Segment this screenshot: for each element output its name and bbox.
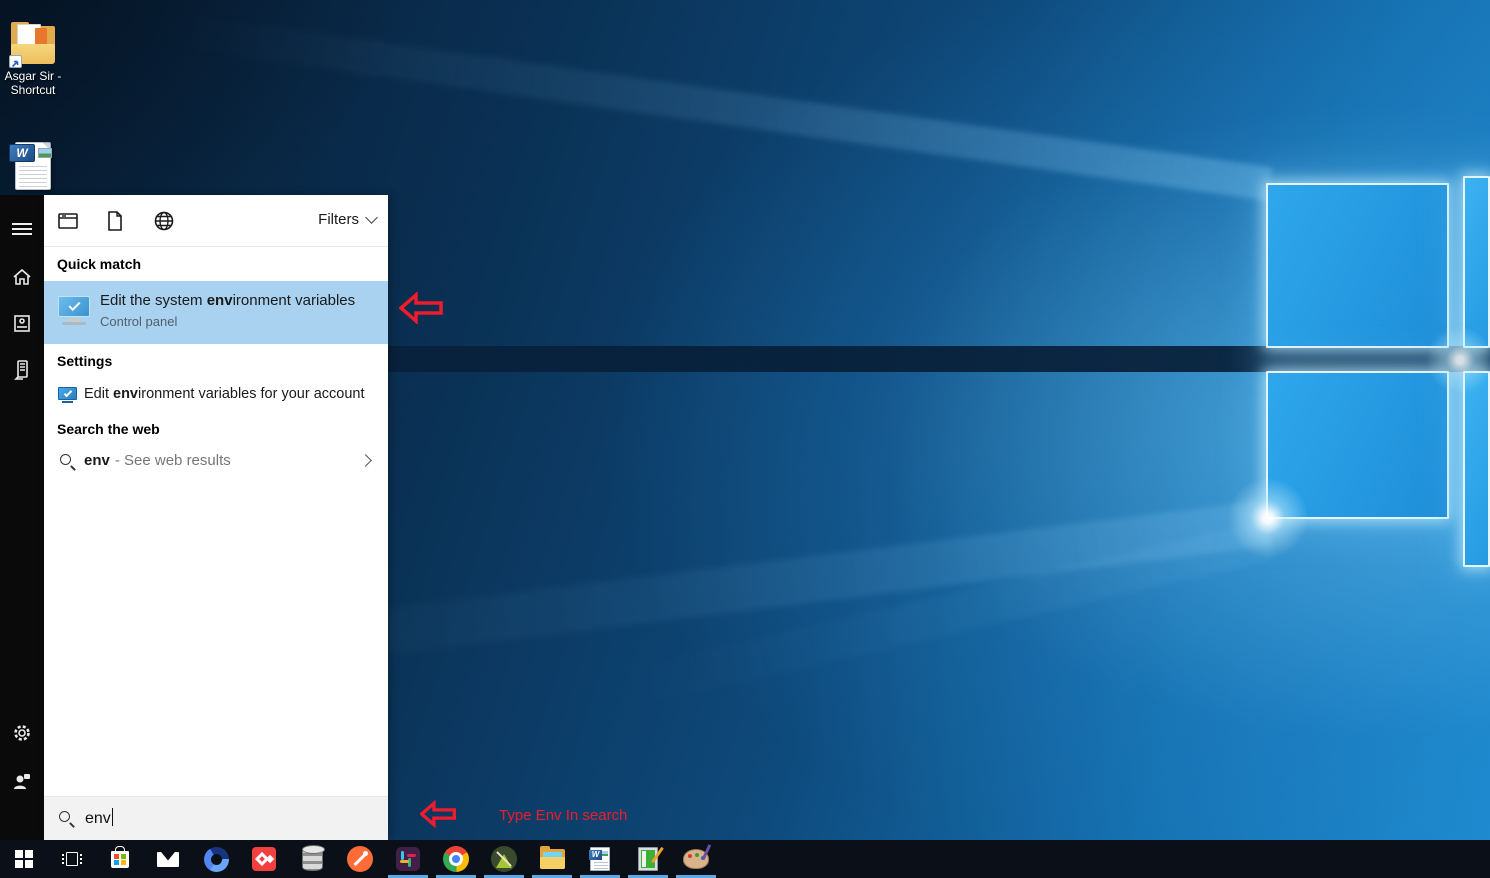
postman-button[interactable]: [336, 840, 384, 878]
text-caret: [112, 808, 113, 826]
windows-desktop: Asgar Sir - Shortcut W Type Env In searc…: [0, 0, 1490, 878]
red-arrow-to-quick-match: [399, 292, 443, 324]
shortcut-arrow-badge: [9, 55, 22, 68]
word-document-icon: W: [9, 140, 55, 192]
database-app-button[interactable]: [288, 840, 336, 878]
taskbar: W: [0, 840, 1490, 878]
blue-ring-app-button[interactable]: [192, 840, 240, 878]
web-result-text: env- See web results: [84, 452, 231, 469]
result-subtitle: Control panel: [100, 314, 177, 329]
search-panel-header: Filters: [44, 195, 388, 247]
postman-icon: [347, 846, 373, 872]
web-tab-icon[interactable]: [152, 209, 176, 233]
word-icon: W: [590, 847, 610, 871]
result-title: Edit environment variables for your acco…: [84, 386, 365, 402]
microsoft-store-button[interactable]: [96, 840, 144, 878]
chevron-down-icon: [365, 211, 378, 224]
light-beam: [178, 14, 1272, 201]
paint-palette-icon: [683, 849, 709, 869]
result-see-web-results[interactable]: env- See web results: [44, 443, 388, 481]
quick-match-header: Quick match: [57, 256, 141, 272]
search-icon: [58, 810, 76, 828]
result-edit-system-environment-variables[interactable]: Edit the system environment variables Co…: [44, 281, 388, 344]
result-title: Edit the system environment variables: [100, 292, 355, 309]
green-editor-button[interactable]: [624, 840, 672, 878]
display-check-icon: [58, 386, 78, 404]
documents-tab-icon[interactable]: [103, 209, 127, 233]
chrome-button[interactable]: [432, 840, 480, 878]
filters-button[interactable]: Filters: [318, 211, 376, 228]
chevron-right-icon: [359, 454, 372, 467]
task-view-button[interactable]: [48, 840, 96, 878]
slack-icon: [396, 847, 420, 871]
paint-button[interactable]: [672, 840, 720, 878]
search-panel-rail: [0, 195, 44, 840]
desktop-shortcut-label-line2: Shortcut: [1, 83, 65, 97]
red-diamond-app-button[interactable]: [240, 840, 288, 878]
desktop-shortcut-asgar-sir[interactable]: Asgar Sir - Shortcut: [1, 22, 65, 97]
android-studio-icon: [491, 846, 517, 872]
menu-icon[interactable]: [0, 209, 44, 249]
slack-button[interactable]: [384, 840, 432, 878]
start-button[interactable]: [0, 840, 48, 878]
window-logo-pane: [1266, 371, 1449, 519]
search-results-panel: Filters Quick match Edit the system envi…: [44, 195, 388, 840]
window-logo-pane: [1266, 183, 1449, 348]
red-arrow-to-search-box: [420, 798, 456, 830]
feedback-icon[interactable]: [0, 761, 44, 801]
green-editor-icon: [638, 847, 658, 871]
search-input-value: env: [85, 808, 113, 828]
search-the-web-header: Search the web: [57, 421, 160, 437]
settings-gear-icon[interactable]: [0, 713, 44, 753]
mail-button[interactable]: [144, 840, 192, 878]
devices-icon[interactable]: [0, 349, 44, 389]
window-logo-pane: [1463, 176, 1490, 348]
settings-header: Settings: [57, 353, 112, 369]
chrome-icon: [443, 846, 469, 872]
filters-label: Filters: [318, 211, 359, 228]
mail-envelope-icon: [157, 852, 179, 867]
store-bag-icon: [111, 851, 129, 868]
window-logo-pane: [1463, 371, 1490, 567]
notebook-icon[interactable]: [0, 303, 44, 343]
apps-tab-icon[interactable]: [56, 209, 80, 233]
result-edit-environment-variables-account[interactable]: Edit environment variables for your acco…: [44, 378, 388, 414]
annotation-text: Type Env In search: [499, 807, 627, 824]
search-icon: [59, 453, 77, 471]
android-studio-button[interactable]: [480, 840, 528, 878]
home-icon[interactable]: [0, 257, 44, 297]
windows-logo-icon: [15, 850, 33, 868]
file-explorer-button[interactable]: [528, 840, 576, 878]
word-button[interactable]: W: [576, 840, 624, 878]
folder-shortcut-icon: [9, 22, 57, 66]
database-cylinder-icon: [302, 847, 323, 871]
system-monitor-check-icon: [57, 293, 93, 329]
task-view-icon: [62, 851, 82, 867]
desktop-word-document[interactable]: W: [0, 140, 64, 192]
desktop-shortcut-label-line1: Asgar Sir -: [1, 69, 65, 83]
red-diamond-app-icon: [252, 847, 276, 871]
file-explorer-icon: [540, 849, 565, 869]
search-input[interactable]: env: [44, 796, 388, 840]
blue-ring-app-icon: [204, 847, 229, 872]
